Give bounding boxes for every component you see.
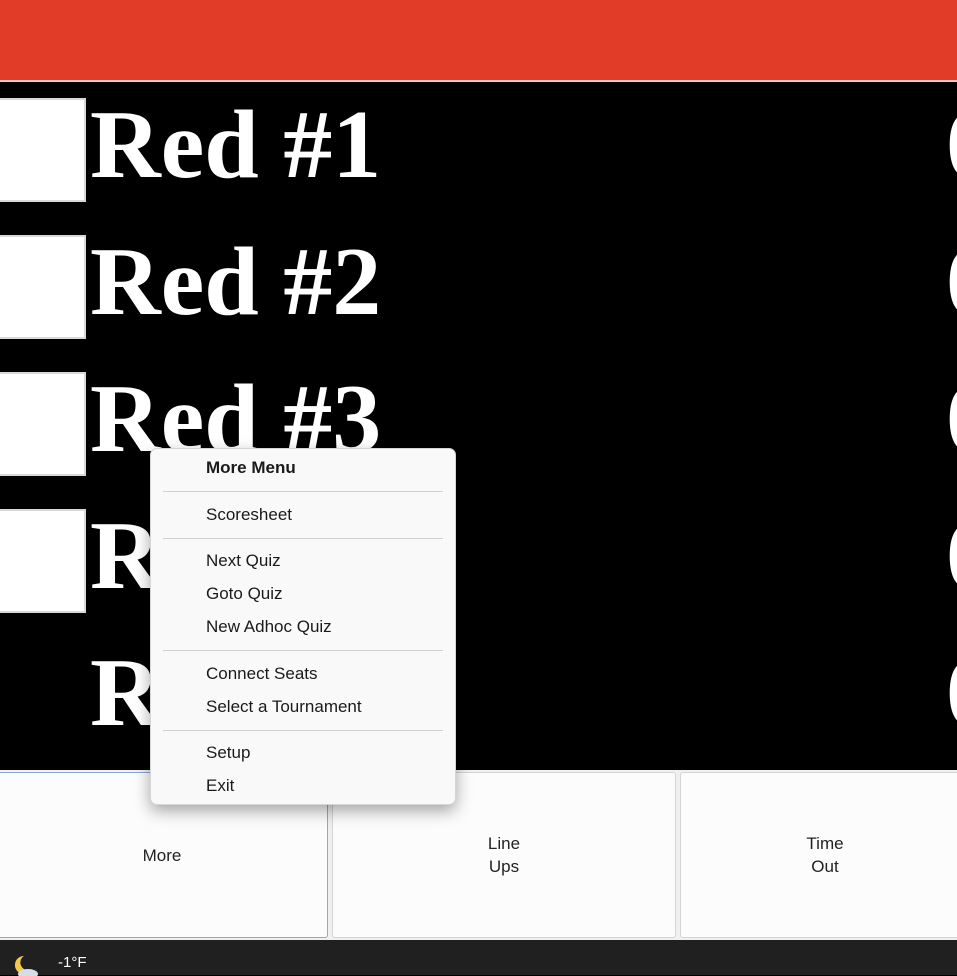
- quizzer-name: Red #1: [90, 91, 382, 199]
- menu-title: More Menu: [206, 458, 296, 477]
- quizzer-score: 0: [946, 638, 957, 748]
- quizzer-row: Red #2 0: [0, 221, 957, 339]
- temperature-readout[interactable]: -1°F: [58, 954, 87, 971]
- menu-separator: [163, 650, 443, 651]
- seat-indicator: [0, 98, 86, 202]
- seat-indicator: [0, 509, 86, 613]
- time-out-button[interactable]: Time Out: [680, 772, 957, 938]
- menu-item-select-tournament[interactable]: Select a Tournament: [206, 694, 362, 720]
- quizzer-row: Red #5 0: [0, 632, 957, 747]
- line-ups-button-label: Line Ups: [488, 832, 520, 878]
- time-out-button-label: Time Out: [806, 832, 843, 878]
- menu-separator: [163, 538, 443, 539]
- time-out-label-line1: Time: [806, 834, 844, 853]
- menu-item-setup[interactable]: Setup: [206, 740, 250, 766]
- line-ups-label-line2: Ups: [488, 857, 520, 876]
- quizzer-score: 0: [946, 227, 957, 337]
- taskbar: -1°F: [0, 940, 957, 976]
- seat-indicator: [0, 372, 86, 476]
- more-button-label: More: [142, 845, 182, 865]
- time-out-label-line2: Out: [811, 857, 839, 876]
- menu-item-connect-seats[interactable]: Connect Seats: [206, 661, 318, 687]
- quizzer-score: 0: [946, 90, 957, 200]
- quizzer-row: Red #4 0: [0, 495, 957, 613]
- quizzer-name: Red #2: [90, 228, 382, 336]
- team-header-bar: [0, 0, 957, 82]
- menu-separator: [163, 491, 443, 492]
- menu-item-next-quiz[interactable]: Next Quiz: [206, 548, 281, 574]
- more-context-menu: More Menu Scoresheet Next Quiz Goto Quiz…: [150, 448, 456, 805]
- seat-indicator: [0, 235, 86, 339]
- line-ups-label-line1: Line: [487, 834, 521, 853]
- moon-cloud-icon[interactable]: [10, 954, 40, 976]
- quizzer-row: Red #3 0: [0, 358, 957, 476]
- bottom-button-bar: More Line Ups Time Out: [0, 770, 957, 940]
- menu-item-scoresheet[interactable]: Scoresheet: [206, 502, 292, 528]
- menu-item-new-adhoc-quiz[interactable]: New Adhoc Quiz: [206, 614, 332, 640]
- quizzer-row: Red #1 0: [0, 84, 957, 202]
- scoreboard: Red #1 0 Red #2 0 Red #3 0 Red #4 0 Red …: [0, 84, 957, 770]
- menu-item-goto-quiz[interactable]: Goto Quiz: [206, 581, 283, 607]
- menu-separator: [163, 730, 443, 731]
- quizzer-score: 0: [946, 501, 957, 611]
- menu-item-exit[interactable]: Exit: [206, 773, 234, 799]
- quizzer-score: 0: [946, 364, 957, 474]
